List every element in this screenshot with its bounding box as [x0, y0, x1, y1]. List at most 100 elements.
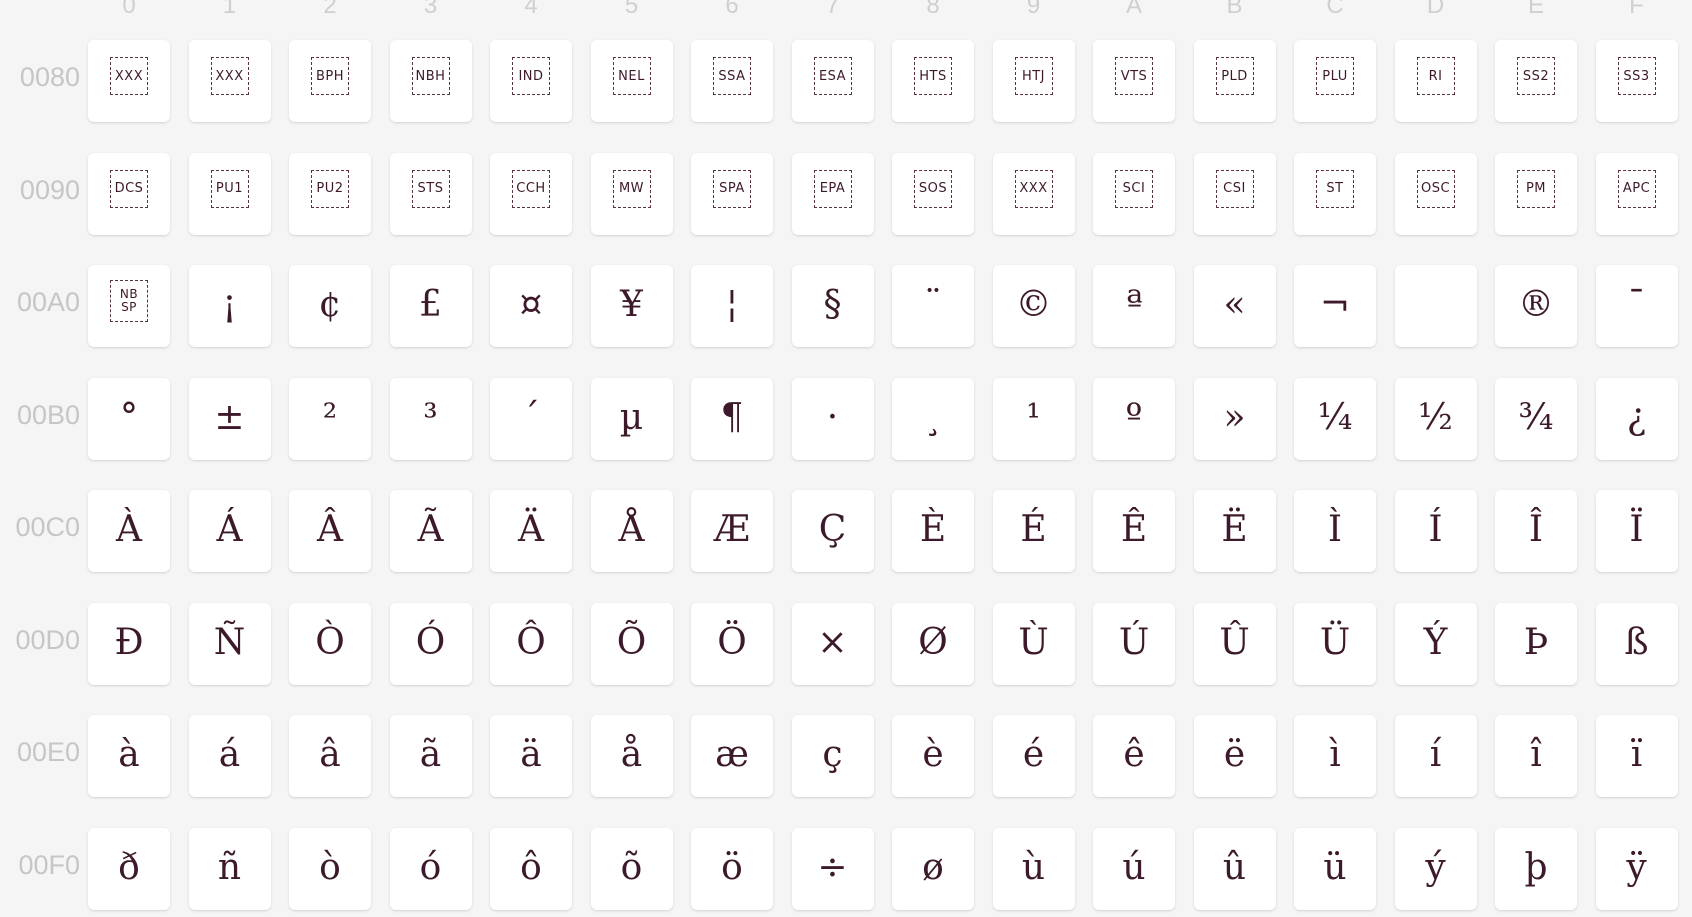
char-cell-e-diaeresis[interactable]: Ë — [1193, 490, 1276, 572]
char-cell-feminine-ordinal[interactable]: ª — [1093, 265, 1175, 347]
char-cell-u-grave[interactable]: ù — [992, 827, 1075, 910]
char-cell-y-diaeresis[interactable]: ÿ — [1595, 827, 1678, 910]
char-cell-one-half[interactable]: ½ — [1394, 377, 1477, 460]
char-cell-mw[interactable]: MW — [590, 152, 673, 235]
char-cell-o-circumflex[interactable]: ô — [490, 827, 572, 910]
char-cell-soft-hyphen[interactable] — [1394, 265, 1477, 347]
char-cell-o-grave[interactable]: Ò — [289, 602, 371, 685]
char-cell-thorn[interactable]: þ — [1495, 827, 1577, 910]
char-cell-e-grave[interactable]: è — [892, 715, 974, 797]
char-cell-htj[interactable]: HTJ — [992, 40, 1075, 122]
char-cell-three-quarters[interactable]: ¾ — [1495, 377, 1577, 460]
char-cell-eth[interactable]: Ð — [88, 602, 170, 685]
char-cell-esa[interactable]: ESA — [791, 40, 874, 122]
char-cell-pld[interactable]: PLD — [1193, 40, 1276, 122]
char-cell-division[interactable]: ÷ — [791, 827, 874, 910]
char-cell-i-grave[interactable]: ì — [1294, 715, 1376, 797]
char-cell-csi[interactable]: CSI — [1193, 152, 1276, 235]
char-cell-o-diaeresis[interactable]: ö — [691, 827, 773, 910]
char-cell-o-tilde[interactable]: Õ — [590, 602, 673, 685]
char-cell-a-grave[interactable]: À — [88, 490, 170, 572]
char-cell-macron[interactable]: ¯ — [1595, 265, 1678, 347]
char-cell-cch[interactable]: CCH — [490, 152, 572, 235]
char-cell-osc[interactable]: OSC — [1394, 152, 1477, 235]
char-cell-inverted-exclamation[interactable]: ¡ — [188, 265, 271, 347]
char-cell-a-acute[interactable]: á — [188, 715, 271, 797]
char-cell-ae[interactable]: æ — [691, 715, 773, 797]
char-cell-o-acute[interactable]: Ó — [389, 602, 472, 685]
char-cell-right-guillemet[interactable]: » — [1193, 377, 1276, 460]
char-cell-c-cedilla[interactable]: Ç — [791, 490, 874, 572]
char-cell-st[interactable]: ST — [1294, 152, 1376, 235]
char-cell-currency[interactable]: ¤ — [490, 265, 572, 347]
char-cell-cent[interactable]: ¢ — [289, 265, 371, 347]
char-cell-nbsp[interactable]: NB SP — [88, 265, 170, 347]
char-cell-a-tilde[interactable]: ã — [389, 715, 472, 797]
char-cell-superscript-one[interactable]: ¹ — [992, 377, 1075, 460]
char-cell-i-acute[interactable]: Í — [1394, 490, 1477, 572]
char-cell-ss2[interactable]: SS2 — [1495, 40, 1577, 122]
char-cell-a-tilde[interactable]: Ã — [389, 490, 472, 572]
char-cell-section[interactable]: § — [791, 265, 874, 347]
char-cell-plus-minus[interactable]: ± — [188, 377, 271, 460]
char-cell-middle-dot[interactable]: · — [791, 377, 874, 460]
char-cell-nel[interactable]: NEL — [590, 40, 673, 122]
char-cell-one-quarter[interactable]: ¼ — [1294, 377, 1376, 460]
char-cell-copyright[interactable]: © — [992, 265, 1075, 347]
char-cell-a-circumflex[interactable]: â — [289, 715, 371, 797]
char-cell-pilcrow[interactable]: ¶ — [691, 377, 773, 460]
char-cell-u-grave[interactable]: Ù — [992, 602, 1075, 685]
char-cell-ae[interactable]: Æ — [691, 490, 773, 572]
char-cell-ri[interactable]: RI — [1394, 40, 1477, 122]
char-cell-a-ring[interactable]: å — [590, 715, 673, 797]
char-cell-xxx[interactable]: XXX — [88, 40, 170, 122]
char-cell-i-grave[interactable]: Ì — [1294, 490, 1376, 572]
char-cell-e-grave[interactable]: È — [892, 490, 974, 572]
char-cell-u-diaeresis[interactable]: ü — [1294, 827, 1376, 910]
char-cell-xxx[interactable]: XXX — [188, 40, 271, 122]
char-cell-ind[interactable]: IND — [490, 40, 572, 122]
char-cell-c-cedilla[interactable]: ç — [791, 715, 874, 797]
char-cell-a-diaeresis[interactable]: Ä — [490, 490, 572, 572]
char-cell-a-ring[interactable]: Å — [590, 490, 673, 572]
char-cell-u-acute[interactable]: ú — [1093, 827, 1175, 910]
char-cell-masculine-ordinal[interactable]: º — [1093, 377, 1175, 460]
char-cell-ss3[interactable]: SS3 — [1595, 40, 1678, 122]
char-cell-inverted-question[interactable]: ¿ — [1595, 377, 1678, 460]
char-cell-e-circumflex[interactable]: ê — [1093, 715, 1175, 797]
char-cell-u-acute[interactable]: Ú — [1093, 602, 1175, 685]
char-cell-e-acute[interactable]: é — [992, 715, 1075, 797]
char-cell-o-stroke[interactable]: ø — [892, 827, 974, 910]
char-cell-e-diaeresis[interactable]: ë — [1193, 715, 1276, 797]
char-cell-broken-bar[interactable]: ¦ — [691, 265, 773, 347]
char-cell-n-tilde[interactable]: Ñ — [188, 602, 271, 685]
char-cell-not-sign[interactable]: ¬ — [1294, 265, 1376, 347]
char-cell-dcs[interactable]: DCS — [88, 152, 170, 235]
char-cell-superscript-two[interactable]: ² — [289, 377, 371, 460]
char-cell-a-grave[interactable]: à — [88, 715, 170, 797]
char-cell-vts[interactable]: VTS — [1093, 40, 1175, 122]
char-cell-ssa[interactable]: SSA — [691, 40, 773, 122]
char-cell-cedilla[interactable]: ¸ — [892, 377, 974, 460]
char-cell-sos[interactable]: SOS — [892, 152, 974, 235]
char-cell-sts[interactable]: STS — [389, 152, 472, 235]
char-cell-hts[interactable]: HTS — [892, 40, 974, 122]
char-cell-o-stroke[interactable]: Ø — [892, 602, 974, 685]
char-cell-yen[interactable]: ¥ — [590, 265, 673, 347]
char-cell-spa[interactable]: SPA — [691, 152, 773, 235]
char-cell-pm[interactable]: PM — [1495, 152, 1577, 235]
char-cell-plu[interactable]: PLU — [1294, 40, 1376, 122]
char-cell-o-circumflex[interactable]: Ô — [490, 602, 572, 685]
char-cell-degree[interactable]: ° — [88, 377, 170, 460]
char-cell-bph[interactable]: BPH — [289, 40, 371, 122]
char-cell-o-acute[interactable]: ó — [389, 827, 472, 910]
char-cell-a-circumflex[interactable]: Â — [289, 490, 371, 572]
char-cell-sharp-s[interactable]: ß — [1595, 602, 1678, 685]
char-cell-o-tilde[interactable]: õ — [590, 827, 673, 910]
char-cell-pound[interactable]: £ — [389, 265, 472, 347]
char-cell-epa[interactable]: EPA — [791, 152, 874, 235]
char-cell-e-acute[interactable]: É — [992, 490, 1075, 572]
char-cell-thorn[interactable]: Þ — [1495, 602, 1577, 685]
char-cell-sci[interactable]: SCI — [1093, 152, 1175, 235]
char-cell-i-acute[interactable]: í — [1394, 715, 1477, 797]
